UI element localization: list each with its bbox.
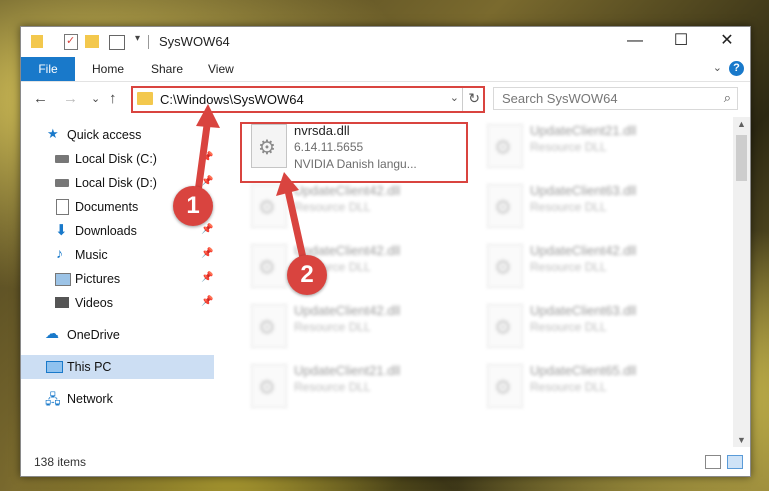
annotation-arrows: [194, 104, 307, 262]
step-marker-1: 1: [173, 186, 213, 226]
step-marker-2: 2: [287, 255, 327, 295]
